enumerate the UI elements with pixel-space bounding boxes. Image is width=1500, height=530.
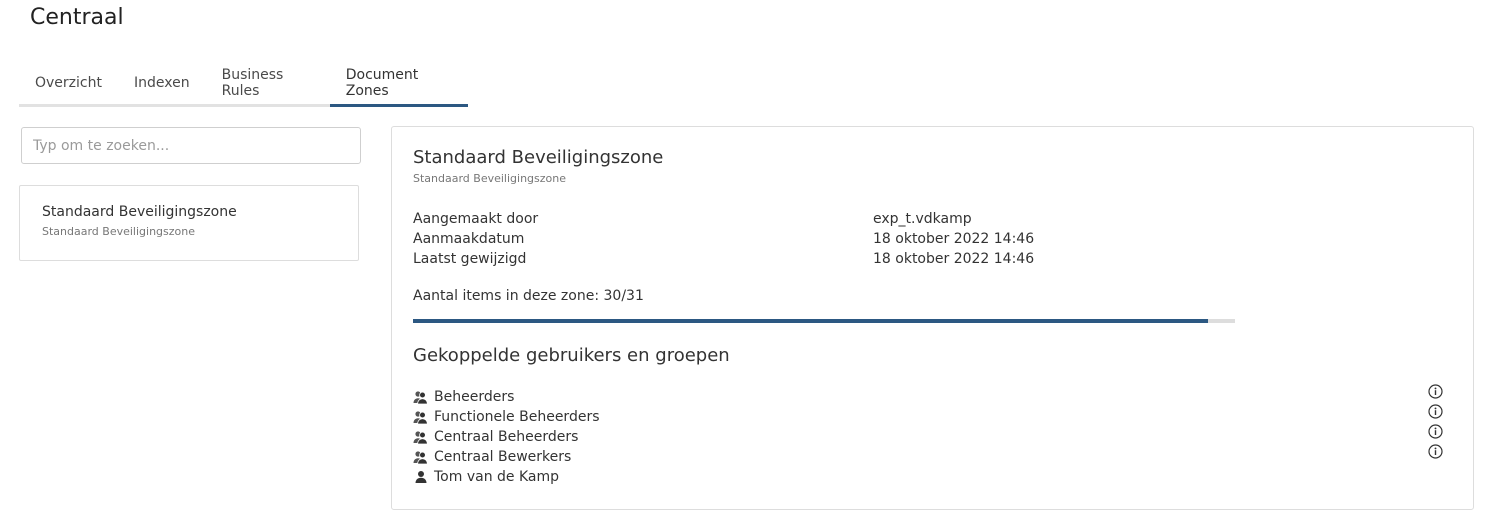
group-icon xyxy=(413,449,429,465)
zone-capacity-progress xyxy=(413,319,1235,323)
zone-meta: Aangemaakt door exp_t.vdkamp Aanmaakdatu… xyxy=(413,209,1053,269)
info-icon[interactable] xyxy=(1428,384,1443,399)
user-icon xyxy=(413,469,429,485)
linked-item: Tom van de Kamp xyxy=(413,467,1443,487)
meta-label: Laatst gewijzigd xyxy=(413,251,527,267)
linked-item: Centraal Beheerders xyxy=(413,424,1443,447)
zone-detail-panel: Standaard Beveiligingszone Standaard Bev… xyxy=(391,126,1474,510)
zone-list-item[interactable]: Standaard Beveiligingszone Standaard Bev… xyxy=(19,185,359,261)
page-title: Centraal xyxy=(30,5,124,30)
tab-business-rules[interactable]: Business Rules xyxy=(206,62,330,104)
meta-value: exp_t.vdkamp xyxy=(873,211,972,227)
tab-document-zones[interactable]: Document Zones xyxy=(329,62,469,107)
zone-list-item-subtitle: Standaard Beveiligingszone xyxy=(42,225,196,238)
info-icon[interactable] xyxy=(1428,444,1443,459)
meta-row-created-date: Aanmaakdatum 18 oktober 2022 14:46 xyxy=(413,229,1053,249)
linked-item-name: Functionele Beheerders xyxy=(434,409,600,425)
zone-item-count: Aantal items in deze zone: 30/31 xyxy=(413,288,644,304)
info-icon[interactable] xyxy=(1428,424,1443,439)
linked-item-name: Centraal Bewerkers xyxy=(434,449,572,465)
meta-row-modified: Laatst gewijzigd 18 oktober 2022 14:46 xyxy=(413,249,1053,269)
info-icon[interactable] xyxy=(1428,404,1443,419)
linked-item: Functionele Beheerders xyxy=(413,404,1443,427)
tab-overzicht[interactable]: Overzicht xyxy=(19,62,118,104)
zone-list-item-title: Standaard Beveiligingszone xyxy=(42,204,237,220)
linked-item-name: Tom van de Kamp xyxy=(434,469,560,485)
group-icon xyxy=(413,429,429,445)
zone-capacity-progress-fill xyxy=(413,319,1209,323)
meta-label: Aangemaakt door xyxy=(413,211,539,227)
meta-value: 18 oktober 2022 14:46 xyxy=(873,251,1035,267)
linked-item: Beheerders xyxy=(413,384,1443,407)
tab-indexen[interactable]: Indexen xyxy=(118,62,206,104)
linked-item: Centraal Bewerkers xyxy=(413,444,1443,467)
zone-detail-subtitle: Standaard Beveiligingszone xyxy=(413,172,567,185)
linked-list: Beheerders Functionele Beheerders Centra… xyxy=(413,384,1443,487)
group-icon xyxy=(413,389,429,405)
meta-value: 18 oktober 2022 14:46 xyxy=(873,231,1035,247)
linked-item-name: Beheerders xyxy=(434,389,515,405)
group-icon xyxy=(413,409,429,425)
zone-detail-title: Standaard Beveiligingszone xyxy=(413,147,664,168)
tab-bar: Overzicht Indexen Business Rules Documen… xyxy=(19,62,469,107)
search-input[interactable] xyxy=(21,127,361,164)
linked-item-name: Centraal Beheerders xyxy=(434,429,579,445)
linked-section-title: Gekoppelde gebruikers en groepen xyxy=(413,345,730,366)
meta-label: Aanmaakdatum xyxy=(413,231,525,247)
meta-row-created-by: Aangemaakt door exp_t.vdkamp xyxy=(413,209,1053,229)
